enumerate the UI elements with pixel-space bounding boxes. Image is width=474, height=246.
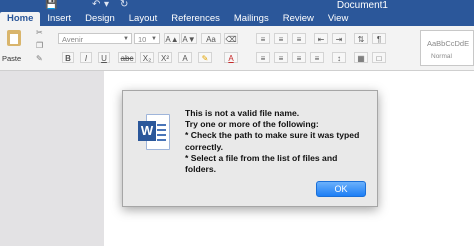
style-name-normal: Normal	[431, 53, 452, 60]
tab-home[interactable]: Home	[0, 12, 41, 26]
word-icon: W	[138, 114, 170, 150]
ribbon: Paste ✂ ❐ ✎ Avenir ▼ 10 ▼ A▲ A▼ Aa ⌫ B I…	[0, 26, 474, 71]
tab-insert[interactable]: Insert	[40, 12, 78, 26]
clipboard-icon	[7, 30, 21, 46]
paste-label: Paste	[2, 54, 22, 63]
dialog-line-2: Try one or more of the following:	[185, 119, 319, 130]
word-badge: W	[138, 121, 156, 141]
align-right-icon[interactable]: ≡	[292, 52, 306, 63]
text-effects-icon[interactable]: A	[178, 52, 192, 63]
dialog-line-1: This is not a valid file name.	[185, 108, 300, 118]
title-bar: 💾 ↶ ▾ ↻ Document1 Home Insert Design Lay…	[0, 0, 474, 26]
bullets-icon[interactable]: ≡	[256, 33, 270, 44]
ok-button[interactable]: OK	[316, 181, 366, 197]
ribbon-tabs: Home Insert Design Layout References Mai…	[0, 12, 355, 26]
dialog-line-5: * Select a file from the list of files a…	[185, 152, 338, 163]
bold-button[interactable]: B	[62, 52, 74, 63]
strikethrough-button[interactable]: abc	[118, 52, 136, 63]
grow-font-button[interactable]: A▲	[164, 33, 180, 44]
styles-gallery[interactable]: AaBbCcDdE Normal	[420, 30, 474, 66]
line-spacing-icon[interactable]: ↕	[332, 52, 346, 63]
decrease-indent-icon[interactable]: ⇤	[314, 33, 328, 44]
font-size-value: 10	[138, 35, 147, 44]
font-name-select[interactable]: Avenir ▼	[58, 33, 132, 44]
tab-layout[interactable]: Layout	[122, 12, 165, 26]
align-left-icon[interactable]: ≡	[256, 52, 270, 63]
italic-button[interactable]: I	[80, 52, 92, 63]
chevron-down-icon: ▼	[151, 36, 157, 42]
tab-design[interactable]: Design	[78, 12, 122, 26]
save-icon[interactable]: 💾	[45, 0, 57, 10]
dialog-line-3: * Check the path to make sure it was typ…	[185, 130, 360, 141]
style-sample-text: AaBbCcDdE	[427, 39, 470, 48]
multilevel-list-icon[interactable]: ≡	[292, 33, 306, 44]
cut-icon[interactable]: ✂	[36, 28, 43, 37]
tab-references[interactable]: References	[164, 12, 227, 26]
show-marks-icon[interactable]: ¶	[372, 33, 386, 44]
font-name-value: Avenir	[62, 35, 84, 44]
document-title: Document1	[336, 0, 388, 11]
undo-dropdown-icon[interactable]: ▾	[104, 0, 109, 10]
dialog-message: This is not a valid file name. Try one o…	[185, 108, 375, 175]
shrink-font-button[interactable]: A▼	[181, 33, 197, 44]
highlight-icon[interactable]: ✎	[198, 52, 212, 63]
subscript-button[interactable]: X₂	[140, 52, 154, 63]
tab-view[interactable]: View	[321, 12, 355, 26]
align-center-icon[interactable]: ≡	[274, 52, 288, 63]
redo-icon[interactable]: ↻	[120, 0, 128, 10]
error-dialog: W This is not a valid file name. Try one…	[122, 90, 378, 207]
justify-icon[interactable]: ≡	[310, 52, 324, 63]
sort-icon[interactable]: ⇅	[354, 33, 368, 44]
copy-icon[interactable]: ❐	[36, 41, 43, 50]
chevron-down-icon: ▼	[123, 36, 129, 42]
font-size-select[interactable]: 10 ▼	[134, 33, 160, 44]
format-painter-icon[interactable]: ✎	[36, 54, 43, 63]
font-color-button[interactable]: A	[224, 52, 238, 63]
numbering-icon[interactable]: ≡	[274, 33, 288, 44]
undo-icon[interactable]: ↶	[92, 0, 100, 10]
borders-icon[interactable]: □	[372, 52, 386, 63]
underline-button[interactable]: U	[98, 52, 110, 63]
dialog-line-6: folders.	[185, 164, 217, 175]
change-case-button[interactable]: Aa	[201, 33, 221, 44]
tab-mailings[interactable]: Mailings	[227, 12, 276, 26]
increase-indent-icon[interactable]: ⇥	[332, 33, 346, 44]
clear-formatting-icon[interactable]: ⌫	[224, 33, 238, 44]
shading-icon[interactable]: ▦	[354, 52, 368, 63]
tab-review[interactable]: Review	[276, 12, 321, 26]
paste-button[interactable]: Paste	[2, 28, 28, 68]
superscript-button[interactable]: X²	[158, 52, 172, 63]
dialog-line-4: correctly.	[185, 141, 224, 152]
